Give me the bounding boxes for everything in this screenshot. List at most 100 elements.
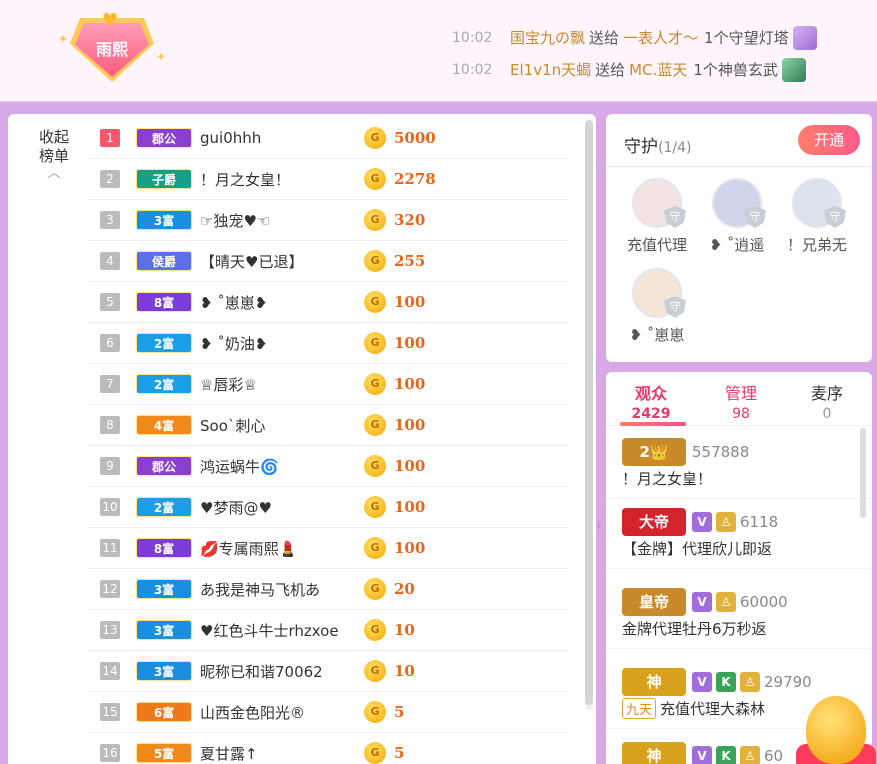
guard-member[interactable]: 守 ！兄弟无	[778, 178, 856, 255]
user-id: 60000	[740, 593, 788, 611]
guard-title: 守护(1/4)	[624, 137, 692, 157]
level-badge: 3富	[136, 210, 192, 230]
coin-icon: G	[364, 291, 386, 313]
ranking-row[interactable]: 10 2富 ♥梦雨@♥ G 100	[88, 487, 568, 528]
ranking-row[interactable]: 6 2富 ❥ ˚奶油❥ G 100	[88, 323, 568, 364]
level-badge: 3富	[136, 661, 192, 681]
user-tag-icon: ♙	[716, 592, 736, 612]
level-badge: 8富	[136, 538, 192, 558]
user-name: 充值代理大森林	[660, 700, 766, 718]
ranking-row[interactable]: 2 子爵 ！月之女皇！ G 2278	[88, 159, 568, 200]
scrollbar-thumb[interactable]	[860, 428, 866, 518]
user-name[interactable]: gui0hhh	[200, 129, 360, 147]
user-name[interactable]: 💋专属雨熙💄	[200, 538, 360, 559]
rank-number: 9	[100, 457, 120, 475]
contribution-score: 100	[394, 416, 426, 434]
open-guard-button[interactable]: 开通	[798, 125, 860, 155]
ranking-row[interactable]: 1 郡公 gui0hhh G 5000	[88, 118, 568, 159]
coin-icon: G	[364, 619, 386, 641]
user-name[interactable]: 鸿运蜗牛🌀	[200, 456, 360, 477]
sparkle-icon: ✦	[156, 50, 167, 64]
scrollbar-thumb[interactable]	[585, 120, 593, 705]
gift-ticker: 10:02 国宝九の飘 送给 一表人才～ 1个守望灯塔 10:02 El1v1n…	[452, 22, 817, 86]
ticker-sender[interactable]: El1v1n天蝎	[510, 58, 591, 82]
user-name[interactable]: ❥ ˚奶油❥	[200, 333, 360, 354]
audience-entry[interactable]: 大帝 V ♙ 6118 【金牌】代理欣儿即返	[622, 508, 866, 559]
coin-icon: G	[364, 209, 386, 231]
ticker-receiver[interactable]: MC.蓝天	[629, 58, 687, 82]
contribution-score: 5	[394, 703, 405, 721]
divider	[606, 568, 872, 569]
user-tag-icon: V	[692, 672, 712, 692]
ranking-row[interactable]: 9 郡公 鸿运蜗牛🌀 G 100	[88, 446, 568, 487]
user-tag-icon: V	[692, 512, 712, 532]
contribution-score: 20	[394, 580, 415, 598]
rank-number: 10	[100, 498, 120, 516]
ranking-row[interactable]: 11 8富 💋专属雨熙💄 G 100	[88, 528, 568, 569]
tab-audience[interactable]: 观众 2429	[616, 380, 686, 422]
avatar: 守	[632, 268, 686, 318]
user-name[interactable]: 昵称已和谐70062	[200, 661, 360, 682]
guard-member-name: ❥ ˚逍遥	[709, 236, 765, 254]
guard-member[interactable]: 守充值代理	[618, 178, 696, 255]
coin-icon: G	[364, 250, 386, 272]
contribution-score: 2278	[394, 170, 436, 188]
avatar: 守	[632, 178, 686, 228]
ranking-row[interactable]: 14 3富 昵称已和谐70062 G 10	[88, 651, 568, 692]
user-id: 557888	[692, 443, 750, 461]
avatar: 守	[792, 178, 846, 228]
level-badge: 2富	[136, 497, 192, 517]
rank-number: 7	[100, 375, 120, 393]
rank-number: 13	[100, 621, 120, 639]
user-name[interactable]: ！月之女皇！	[200, 169, 360, 190]
collapse-ranking-button[interactable]: 收起 榜单 ︿	[34, 128, 74, 180]
lighthouse-gift-icon	[792, 26, 817, 50]
guard-panel: 守护(1/4) 开通 守充值代理守 ❥ ˚逍遥守！兄弟无守 ❥ ˚崽崽	[606, 114, 872, 362]
guard-member[interactable]: 守 ❥ ˚崽崽	[618, 268, 696, 345]
divider	[606, 166, 872, 167]
level-badge: 郡公	[136, 456, 192, 476]
ticker-row: 10:02 国宝九の飘 送给 一表人才～ 1个守望灯塔	[452, 22, 817, 54]
ticker-receiver[interactable]: 一表人才～	[623, 26, 698, 50]
tab-mic-queue[interactable]: 麦序 0	[792, 380, 862, 422]
guard-member[interactable]: 守 ❥ ˚逍遥	[698, 178, 776, 255]
coin-icon: G	[364, 455, 386, 477]
user-name[interactable]: ☞独宠♥☜	[200, 210, 360, 231]
ranking-row[interactable]: 8 4富 Soo`刺心 G 100	[88, 405, 568, 446]
ranking-row[interactable]: 13 3富 ♥红色斗牛士rhzxoe G 10	[88, 610, 568, 651]
user-name[interactable]: 山西金色阳光®	[200, 702, 360, 723]
ticker-row: 10:02 El1v1n天蝎 送给 MC.蓝天 1个神兽玄武	[452, 54, 817, 86]
ranking-row[interactable]: 7 2富 ♕唇彩♕ G 100	[88, 364, 568, 405]
contribution-score: 5000	[394, 129, 436, 147]
audience-entry[interactable]: 皇帝 V ♙ 60000 金牌代理牡丹6万秒返	[622, 588, 866, 639]
guard-member-name: ！兄弟无	[786, 236, 847, 254]
ranking-row[interactable]: 4 侯爵 【晴天♥已退】 G 255	[88, 241, 568, 282]
user-name[interactable]: ❥ ˚崽崽❥	[200, 292, 360, 313]
contribution-score: 5	[394, 744, 405, 762]
guard-shield-icon: 守	[664, 206, 686, 228]
user-name[interactable]: ♕唇彩♕	[200, 374, 360, 395]
ranking-row[interactable]: 3 3富 ☞独宠♥☜ G 320	[88, 200, 568, 241]
user-tag-icon: K	[716, 746, 736, 764]
user-name[interactable]: 夏甘露↑	[200, 743, 360, 764]
coin-icon: G	[364, 701, 386, 723]
ranking-row[interactable]: 16 5富 夏甘露↑ G 5	[88, 733, 568, 764]
ranking-row[interactable]: 5 8富 ❥ ˚崽崽❥ G 100	[88, 282, 568, 323]
guard-shield-icon: 守	[824, 206, 846, 228]
user-name[interactable]: ♥梦雨@♥	[200, 497, 360, 518]
level-badge: 2富	[136, 374, 192, 394]
noble-rank-badge: 神	[622, 742, 686, 764]
chevron-left-icon[interactable]: ›	[596, 518, 602, 534]
rank-number: 6	[100, 334, 120, 352]
divider	[606, 648, 872, 649]
tab-admin[interactable]: 管理 98	[706, 380, 776, 422]
ranking-row[interactable]: 12 3富 あ我是神马飞机あ G 20	[88, 569, 568, 610]
user-name[interactable]: 【晴天♥已退】	[200, 251, 360, 272]
ticker-sender[interactable]: 国宝九の飘	[510, 26, 585, 50]
audience-entry[interactable]: 2👑 557888 ！月之女皇！	[622, 438, 866, 489]
user-name[interactable]: あ我是神马飞机あ	[200, 579, 360, 600]
ranking-row[interactable]: 15 6富 山西金色阳光® G 5	[88, 692, 568, 733]
golden-egg-icon[interactable]	[806, 696, 866, 764]
user-name[interactable]: Soo`刺心	[200, 415, 360, 436]
user-name[interactable]: ♥红色斗牛士rhzxoe	[200, 620, 360, 641]
